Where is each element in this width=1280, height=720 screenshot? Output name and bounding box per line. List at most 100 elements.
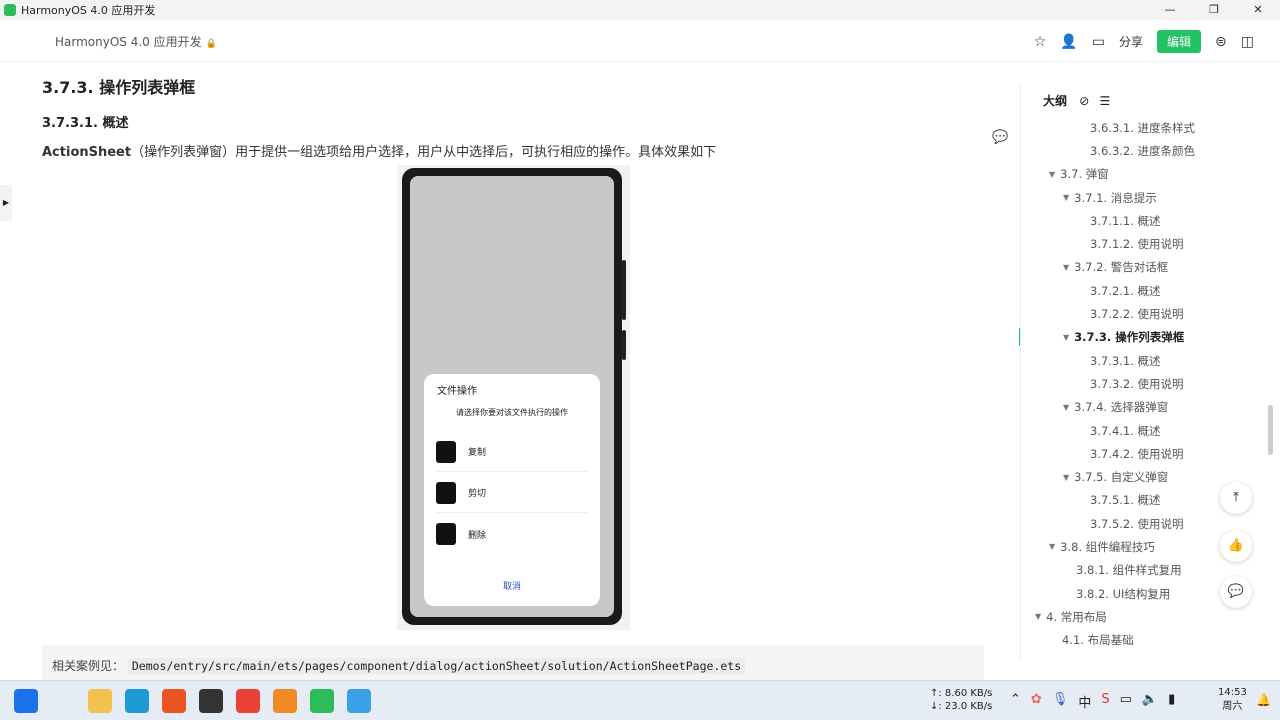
outline-item-label: 3.8.2. UI结构复用: [1076, 586, 1171, 601]
outline-header: 大纲 ⊘ ☰: [1043, 92, 1110, 109]
outline-item-label: 3.7.5.2. 使用说明: [1090, 516, 1184, 531]
back-to-top-button[interactable]: ⤒: [1220, 482, 1252, 514]
sheet-item-label: 删除: [468, 530, 487, 541]
outline-item[interactable]: 4.1. 布局基础: [1021, 629, 1265, 652]
collaborator-icon[interactable]: 👤: [1060, 34, 1077, 50]
upload-speed: ↑: 8.60 KB/s: [930, 688, 993, 699]
ubuntu-icon[interactable]: [162, 689, 186, 713]
chrome-icon[interactable]: [236, 689, 260, 713]
comments-icon[interactable]: ⊜: [1215, 34, 1227, 50]
outline-item[interactable]: ▼ 3.7. 弹窗: [1021, 163, 1265, 186]
expand-triangle-icon[interactable]: ▼: [1063, 473, 1069, 482]
expand-triangle-icon[interactable]: ▼: [1063, 263, 1069, 272]
list-icon[interactable]: ☰: [1099, 94, 1110, 108]
expand-triangle-icon[interactable]: ▼: [1049, 170, 1055, 179]
outline-item[interactable]: ▼ 3.7.3. 操作列表弹框: [1021, 326, 1265, 349]
hide-icon[interactable]: ⊘: [1079, 94, 1089, 108]
maximize-button[interactable]: ❐: [1192, 0, 1236, 20]
outline-item[interactable]: 3.7.3.1. 概述: [1021, 349, 1265, 372]
phone-frame: 文件操作 请选择你要对该文件执行的操作 复制 剪切 删除 取消: [402, 168, 626, 625]
file-explorer-icon[interactable]: [88, 689, 112, 713]
outline-item[interactable]: ▼ 3.7.1. 消息提示: [1021, 186, 1265, 209]
dialog-subtitle: 请选择你要对该文件执行的操作: [456, 408, 568, 417]
outline-item[interactable]: 3.7.2.2. 使用说明: [1021, 302, 1265, 325]
sheet-item-copy: 复制: [436, 432, 588, 472]
scrollbar[interactable]: [1268, 405, 1273, 455]
paragraph-strong: ActionSheet: [42, 145, 132, 160]
outline-item[interactable]: 3.7.4.2. 使用说明: [1021, 442, 1265, 465]
expand-triangle-icon[interactable]: ▼: [1063, 193, 1069, 202]
harmony-app-icon[interactable]: [310, 689, 334, 713]
sheet-item-delete: 删除: [436, 514, 588, 554]
expand-triangle-icon[interactable]: ▼: [1049, 542, 1055, 551]
outline-item-label: 3.7.1.1. 概述: [1090, 213, 1161, 228]
outline-item[interactable]: 3.7.3.2. 使用说明: [1021, 372, 1265, 395]
star-icon[interactable]: ☆: [1034, 34, 1047, 50]
like-button[interactable]: 👍: [1220, 530, 1252, 562]
outline-item[interactable]: 3.7.2.1. 概述: [1021, 279, 1265, 302]
outline-item[interactable]: 3.7.1.2. 使用说明: [1021, 232, 1265, 255]
title-bar: HarmonyOS 4.0 应用开发 — ❐ ✕: [0, 0, 1280, 20]
share-button[interactable]: 分享: [1119, 33, 1143, 50]
microphone-icon[interactable]: 🎙: [1052, 692, 1069, 711]
expand-triangle-icon[interactable]: ▼: [1063, 333, 1069, 342]
download-speed: ↓: 23.0 KB/s: [930, 701, 993, 712]
outline-item-label: 3.7.4.1. 概述: [1090, 423, 1161, 438]
expand-triangle-icon[interactable]: ▼: [1063, 403, 1069, 412]
outline-item-label: 3.7.4.2. 使用说明: [1090, 446, 1184, 461]
search-icon[interactable]: [51, 689, 75, 713]
outline-item[interactable]: 3.7.4.1. 概述: [1021, 419, 1265, 442]
outline-item[interactable]: 3.7.1.1. 概述: [1021, 209, 1265, 232]
edge-icon[interactable]: [125, 689, 149, 713]
close-button[interactable]: ✕: [1236, 0, 1280, 20]
outline-item[interactable]: ▼ 4. 常用布局: [1021, 605, 1265, 628]
day: 周六: [1222, 701, 1243, 712]
section-heading: 3.7.3. 操作列表弹框: [42, 78, 196, 97]
sheet-item-label: 剪切: [468, 489, 487, 499]
present-icon[interactable]: ▭: [1092, 34, 1105, 50]
outline-item-label: 3.7.2.1. 概述: [1090, 283, 1161, 298]
network-icon[interactable]: ▭: [1120, 692, 1132, 711]
dialog-cancel: 取消: [502, 582, 521, 592]
expand-sidebar-button[interactable]: ▶: [0, 185, 12, 221]
sogou-icon[interactable]: S: [1101, 692, 1109, 711]
expand-triangle-icon[interactable]: ▼: [1035, 612, 1041, 621]
outline-panel: 大纲 ⊘ ☰ 3.6.3.1. 进度条样式 3.6.3.2. 进度条颜色 ▼ 3.7.…: [1020, 84, 1265, 660]
paragraph: ActionSheet（操作列表弹窗）用于提供一组选项给用户选择，用户从中选择后…: [42, 141, 982, 160]
start-icon[interactable]: [14, 689, 38, 713]
terminal-icon[interactable]: [199, 689, 223, 713]
outline-item-label: 3.6.3.2. 进度条颜色: [1090, 143, 1196, 158]
notification-icon[interactable]: 🔔: [1256, 693, 1271, 707]
volume-icon[interactable]: 🔈: [1142, 692, 1158, 711]
outline-item[interactable]: ▼ 3.7.4. 选择器弹窗: [1021, 396, 1265, 419]
battery-icon[interactable]: ▮: [1168, 692, 1175, 711]
outline-item-label: 3.7.4. 选择器弹窗: [1074, 400, 1169, 415]
doc-title: HarmonyOS 4.0 应用开发 🔒: [55, 33, 217, 50]
outline-item[interactable]: 3.6.3.2. 进度条颜色: [1021, 139, 1265, 162]
subsection-heading: 3.7.3.1. 概述: [42, 116, 129, 131]
comment-button[interactable]: 💬: [1220, 576, 1252, 608]
paragraph-text: （操作列表弹窗）用于提供一组选项给用户选择，用户从中选择后，可执行相应的操作。具…: [131, 145, 717, 160]
outline-item-label: 3.8.1. 组件样式复用: [1076, 563, 1182, 578]
clock[interactable]: 14:53 周六: [1218, 686, 1247, 714]
sheet-item-cut: 剪切: [436, 473, 588, 513]
cloud-icon[interactable]: [347, 689, 371, 713]
outline-item[interactable]: 3.6.3.1. 进度条样式: [1021, 116, 1265, 139]
window-title: HarmonyOS 4.0 应用开发: [21, 4, 156, 17]
outline-item-label: 3.7.5. 自定义弹窗: [1074, 470, 1169, 485]
outline-item-label: 3.7.5.1. 概述: [1090, 493, 1161, 508]
outline-item[interactable]: ▼ 3.7.2. 警告对话框: [1021, 256, 1265, 279]
input-icon[interactable]: 中: [1078, 692, 1091, 711]
reference-label: 相关案例见：: [52, 659, 125, 673]
cut-file-icon: [436, 481, 456, 504]
app-tray-icon[interactable]: ✿: [1031, 692, 1042, 711]
app-logo-icon: [4, 4, 16, 16]
demo-image: 文件操作 请选择你要对该文件执行的操作 复制 剪切 删除 取消: [397, 165, 630, 630]
sublime-icon[interactable]: [273, 689, 297, 713]
add-comment-icon[interactable]: 💬: [992, 130, 1008, 145]
chevron-up-icon[interactable]: ⌃: [1010, 692, 1021, 711]
edit-button[interactable]: 编辑: [1157, 30, 1202, 53]
panel-toggle-icon[interactable]: ◫: [1241, 34, 1254, 50]
minimize-button[interactable]: —: [1148, 0, 1192, 20]
dialog-title: 文件操作: [437, 386, 477, 397]
